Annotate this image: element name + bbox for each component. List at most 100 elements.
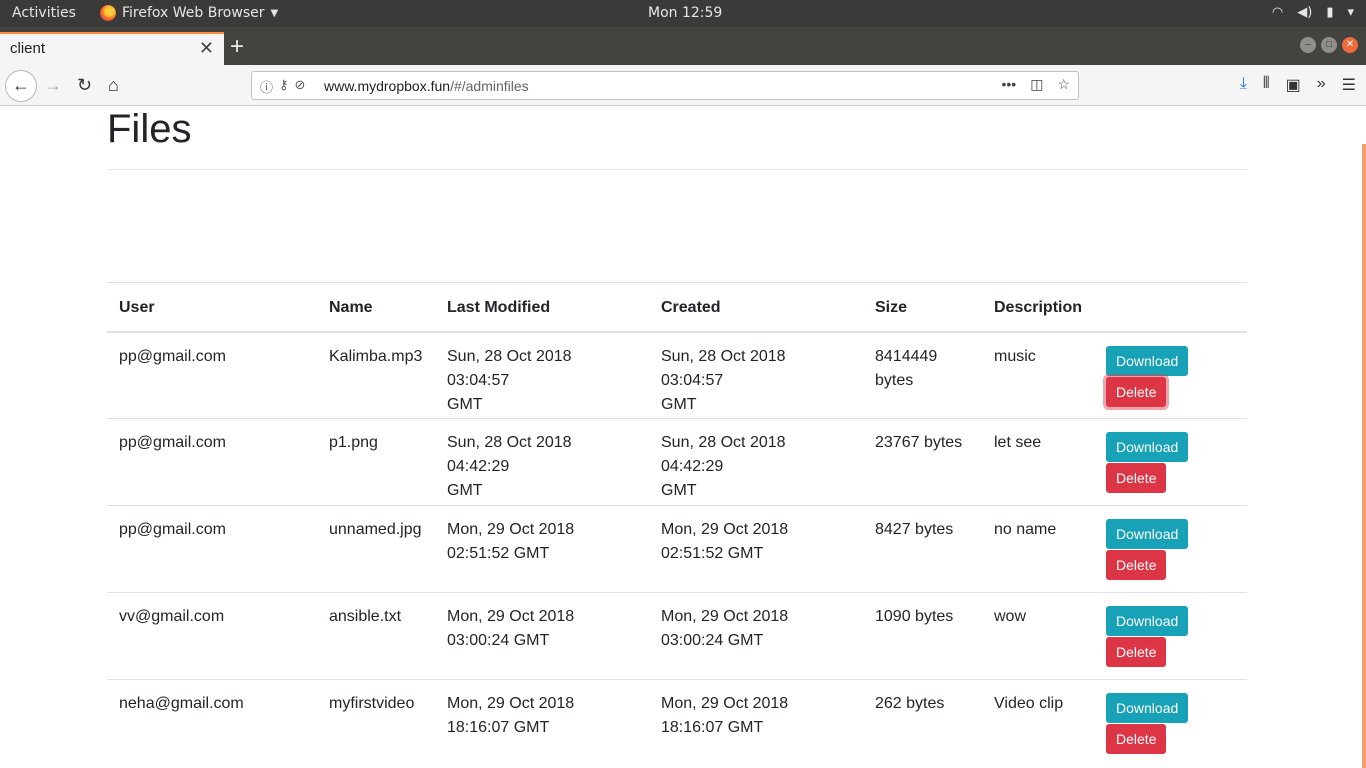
download-button[interactable]: Download — [1106, 519, 1189, 549]
pocket-icon[interactable]: ◫ — [1030, 76, 1043, 93]
cell-actions: Download Delete — [1094, 592, 1247, 680]
battery-icon: ▮ — [1326, 5, 1334, 20]
download-icon[interactable]: ⤓ — [1240, 75, 1247, 95]
cell-last-modified: Sun, 28 Oct 2018 03:04:57 GMT — [435, 331, 649, 419]
tracking-icon[interactable]: ⊘ — [295, 77, 306, 96]
header-created: Created — [649, 282, 863, 333]
cell-created: Sun, 28 Oct 2018 04:42:29 GMT — [649, 418, 863, 506]
firefox-icon — [100, 5, 116, 21]
download-button[interactable]: Download — [1106, 606, 1189, 636]
menu-icon[interactable]: ☰ — [1342, 75, 1356, 95]
cell-last-modified: Mon, 29 Oct 2018 18:16:07 GMT — [435, 679, 649, 767]
cell-user: pp@gmail.com — [107, 505, 317, 593]
table-row: neha@gmail.com myfirstvideo Mon, 29 Oct … — [107, 679, 1247, 767]
back-icon[interactable]: ← — [5, 70, 37, 102]
header-last-modified: Last Modified — [435, 282, 649, 333]
new-tab-icon[interactable]: + — [230, 33, 244, 61]
cell-description: no name — [982, 505, 1095, 593]
chevron-down-icon: ▾ — [1347, 5, 1354, 20]
cell-actions: Download Delete — [1094, 331, 1247, 419]
cell-name: unnamed.jpg — [317, 505, 435, 593]
volume-icon: ◀) — [1297, 5, 1313, 20]
app-name: Firefox Web Browser — [122, 5, 265, 21]
wifi-icon: ◠ — [1271, 5, 1284, 20]
reload-icon[interactable]: ↻ — [77, 73, 92, 97]
divider — [107, 169, 1247, 170]
overflow-icon[interactable]: » — [1317, 75, 1326, 95]
maximize-icon[interactable]: □ — [1321, 37, 1337, 53]
cell-name: Kalimba.mp3 — [317, 331, 435, 419]
cell-size: 8414449 bytes — [863, 331, 982, 419]
bookmark-star-icon[interactable]: ☆ — [1057, 76, 1070, 93]
cell-actions: Download Delete — [1094, 679, 1247, 767]
delete-button[interactable]: Delete — [1106, 550, 1167, 580]
cell-description: music — [982, 331, 1095, 419]
scrollbar[interactable] — [1362, 144, 1366, 768]
delete-button[interactable]: Delete — [1106, 637, 1167, 667]
sidebar-icon[interactable]: ▣ — [1286, 75, 1301, 95]
page-title: Files — [107, 107, 192, 151]
cell-last-modified: Sun, 28 Oct 2018 04:42:29 GMT — [435, 418, 649, 506]
tab-strip: client ✕ + – □ ✕ — [0, 27, 1366, 65]
download-button[interactable]: Download — [1106, 432, 1189, 462]
header-name: Name — [317, 282, 435, 333]
table-row: pp@gmail.com unnamed.jpg Mon, 29 Oct 201… — [107, 505, 1247, 593]
forward-icon[interactable]: → — [44, 73, 62, 97]
tab-title: client — [10, 40, 46, 57]
cell-user: vv@gmail.com — [107, 592, 317, 680]
cell-created: Mon, 29 Oct 2018 03:00:24 GMT — [649, 592, 863, 680]
url-bar[interactable]: ⓘ ⚷ ⊘ www.mydropbox.fun/#/adminfiles •••… — [251, 71, 1079, 100]
cell-created: Sun, 28 Oct 2018 03:04:57 GMT — [649, 331, 863, 419]
system-top-bar: Activities Firefox Web Browser ▼ Mon 12:… — [0, 0, 1366, 27]
system-tray[interactable]: ◠ ◀) ▮ ▾ — [1272, 5, 1354, 20]
more-icon[interactable]: ••• — [1001, 76, 1016, 93]
window-controls: – □ ✕ — [1300, 37, 1358, 53]
app-menu[interactable]: Firefox Web Browser ▼ — [100, 5, 278, 21]
table-row: vv@gmail.com ansible.txt Mon, 29 Oct 201… — [107, 592, 1247, 680]
download-button[interactable]: Download — [1106, 345, 1189, 376]
cell-created: Mon, 29 Oct 2018 02:51:52 GMT — [649, 505, 863, 593]
download-button[interactable]: Download — [1106, 693, 1189, 723]
navigation-bar: ← → ↻ ⌂ ⓘ ⚷ ⊘ www.mydropbox.fun/#/adminf… — [0, 65, 1366, 106]
table-header-row: User Name Last Modified Created Size Des… — [107, 282, 1247, 333]
minimize-icon[interactable]: – — [1300, 37, 1316, 53]
cell-size: 8427 bytes — [863, 505, 982, 593]
cell-size: 1090 bytes — [863, 592, 982, 680]
close-tab-icon[interactable]: ✕ — [199, 38, 214, 59]
activities-button[interactable]: Activities — [12, 5, 76, 21]
delete-button[interactable]: Delete — [1106, 376, 1167, 407]
header-size: Size — [863, 282, 982, 333]
cell-size: 262 bytes — [863, 679, 982, 767]
header-actions — [1094, 282, 1247, 333]
close-window-icon[interactable]: ✕ — [1342, 37, 1358, 53]
cell-actions: Download Delete — [1094, 418, 1247, 506]
cell-name: ansible.txt — [317, 592, 435, 680]
cell-description: let see — [982, 418, 1095, 506]
chevron-down-icon: ▼ — [270, 7, 279, 19]
clock[interactable]: Mon 12:59 — [648, 5, 722, 21]
cell-description: wow — [982, 592, 1095, 680]
files-table: User Name Last Modified Created Size Des… — [107, 282, 1247, 767]
cell-last-modified: Mon, 29 Oct 2018 03:00:24 GMT — [435, 592, 649, 680]
cell-user: pp@gmail.com — [107, 331, 317, 419]
delete-button[interactable]: Delete — [1106, 463, 1167, 493]
cell-name: p1.png — [317, 418, 435, 506]
cell-actions: Download Delete — [1094, 505, 1247, 593]
cell-user: neha@gmail.com — [107, 679, 317, 767]
info-icon[interactable]: ⓘ — [260, 77, 273, 96]
library-icon[interactable]: ⫴ — [1263, 75, 1270, 95]
table-row: pp@gmail.com p1.png Sun, 28 Oct 2018 04:… — [107, 418, 1247, 506]
url-text[interactable]: www.mydropbox.fun/#/adminfiles — [324, 78, 529, 94]
cell-user: pp@gmail.com — [107, 418, 317, 506]
cell-created: Mon, 29 Oct 2018 18:16:07 GMT — [649, 679, 863, 767]
table-row: pp@gmail.com Kalimba.mp3 Sun, 28 Oct 201… — [107, 331, 1247, 419]
home-icon[interactable]: ⌂ — [108, 73, 119, 97]
toolbar-right: ⤓ ⫴ ▣ » ☰ — [1240, 75, 1356, 95]
cell-name: myfirstvideo — [317, 679, 435, 767]
header-user: User — [107, 282, 317, 333]
cell-size: 23767 bytes — [863, 418, 982, 506]
browser-tab[interactable]: client ✕ — [0, 32, 224, 65]
key-icon[interactable]: ⚷ — [279, 77, 289, 96]
delete-button[interactable]: Delete — [1106, 724, 1167, 754]
page-content: Files User Name Last Modified Created Si… — [0, 106, 1366, 768]
